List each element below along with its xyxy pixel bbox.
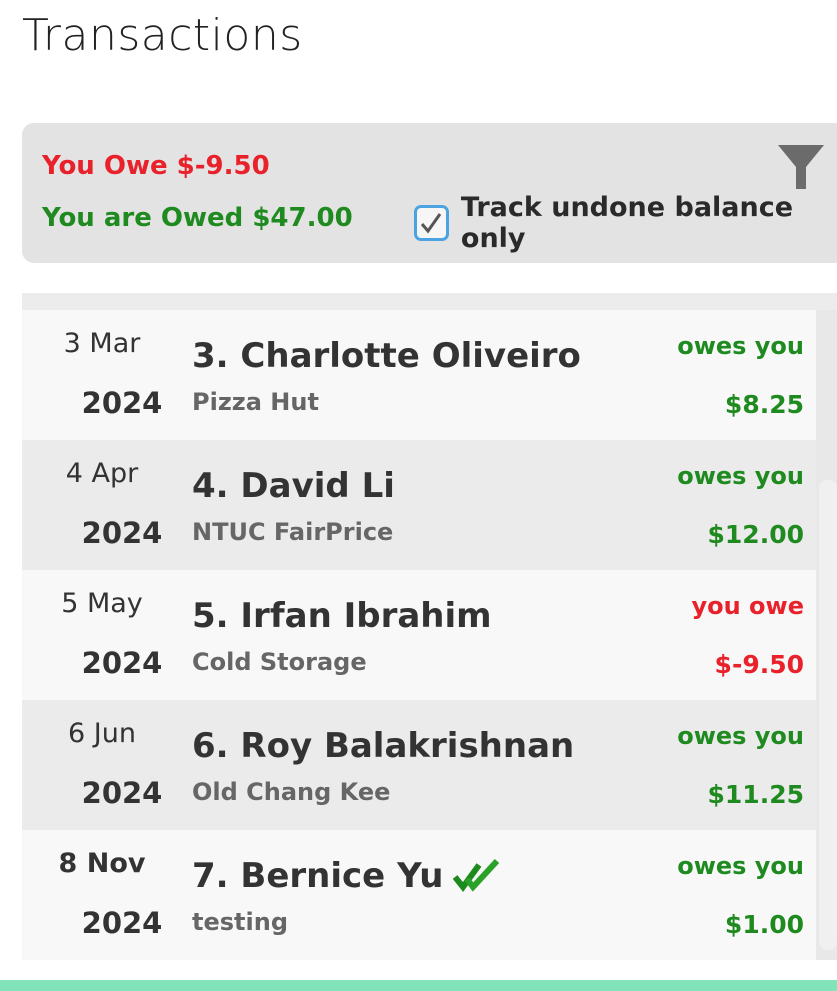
balance-summary-panel: You Owe $-9.50 You are Owed $47.00 Track…: [22, 123, 837, 263]
transaction-list[interactable]: 3 Mar 2024 3. Charlotte Oliveiro Pizza Hut o…: [22, 293, 837, 960]
transaction-person: 4. David Li: [192, 466, 395, 506]
transaction-person-name: 7. Bernice Yu: [192, 856, 444, 896]
list-top-spacer: [22, 293, 837, 310]
transaction-amount: $1.00: [724, 910, 804, 939]
bottom-accent-bar: [0, 980, 837, 991]
transaction-person: 6. Roy Balakrishnan: [192, 726, 574, 766]
transaction-person-name: 3. Charlotte Oliveiro: [192, 336, 581, 376]
transaction-person: 3. Charlotte Oliveiro: [192, 336, 581, 376]
transaction-person-name: 4. David Li: [192, 466, 395, 506]
transaction-person: 5. Irfan Ibrahim: [192, 596, 492, 636]
you-are-owed-total: You are Owed $47.00: [42, 203, 353, 233]
transaction-merchant: NTUC FairPrice: [192, 518, 394, 546]
double-check-icon: [453, 859, 500, 892]
transaction-row[interactable]: 6 Jun 2024 6. Roy Balakrishnan Old Chang Ke…: [22, 700, 816, 830]
transaction-merchant: Old Chang Kee: [192, 778, 391, 806]
transaction-date-day: 8 Nov: [58, 848, 146, 879]
transaction-status: owes you: [677, 462, 804, 490]
transaction-amount: $11.25: [707, 780, 804, 809]
transaction-row[interactable]: 8 Nov 2024 7. Bernice Yu testing owes you $1.…: [22, 830, 816, 960]
transaction-status: owes you: [677, 722, 804, 750]
filter-icon[interactable]: [776, 143, 826, 193]
transaction-person-name: 6. Roy Balakrishnan: [192, 726, 575, 766]
transaction-status: you owe: [691, 592, 804, 620]
transaction-date-day: 5 May: [61, 588, 143, 619]
transaction-merchant: Cold Storage: [192, 648, 367, 676]
transaction-row[interactable]: 4 Apr 2024 4. David Li NTUC FairPrice owes y…: [22, 440, 816, 570]
checkmark-icon: [421, 213, 442, 234]
track-undone-toggle[interactable]: Track undone balance only: [414, 192, 837, 254]
transaction-row[interactable]: 5 May 2024 5. Irfan Ibrahim Cold Storage you…: [22, 570, 816, 700]
transaction-row[interactable]: 3 Mar 2024 3. Charlotte Oliveiro Pizza Hut o…: [22, 310, 816, 440]
transaction-person-name: 5. Irfan Ibrahim: [192, 596, 492, 636]
transaction-amount: $12.00: [707, 520, 804, 549]
you-owe-total: You Owe $-9.50: [42, 151, 270, 181]
transaction-date-day: 4 Apr: [65, 458, 139, 489]
track-undone-checkbox[interactable]: [414, 205, 449, 241]
transaction-merchant: testing: [192, 908, 288, 936]
transaction-status: owes you: [677, 332, 804, 360]
track-undone-label: Track undone balance only: [460, 192, 794, 254]
list-scrollbar[interactable]: [819, 480, 837, 950]
transaction-merchant: Pizza Hut: [192, 388, 319, 416]
transaction-person: 7. Bernice Yu: [192, 856, 501, 896]
transaction-date-day: 6 Jun: [68, 718, 136, 749]
page-title: Transactions: [22, 10, 303, 61]
transaction-date-day: 3 Mar: [63, 328, 141, 359]
transaction-amount: $8.25: [724, 390, 804, 419]
transaction-status: owes you: [677, 852, 804, 880]
transaction-amount: $-9.50: [714, 650, 804, 679]
